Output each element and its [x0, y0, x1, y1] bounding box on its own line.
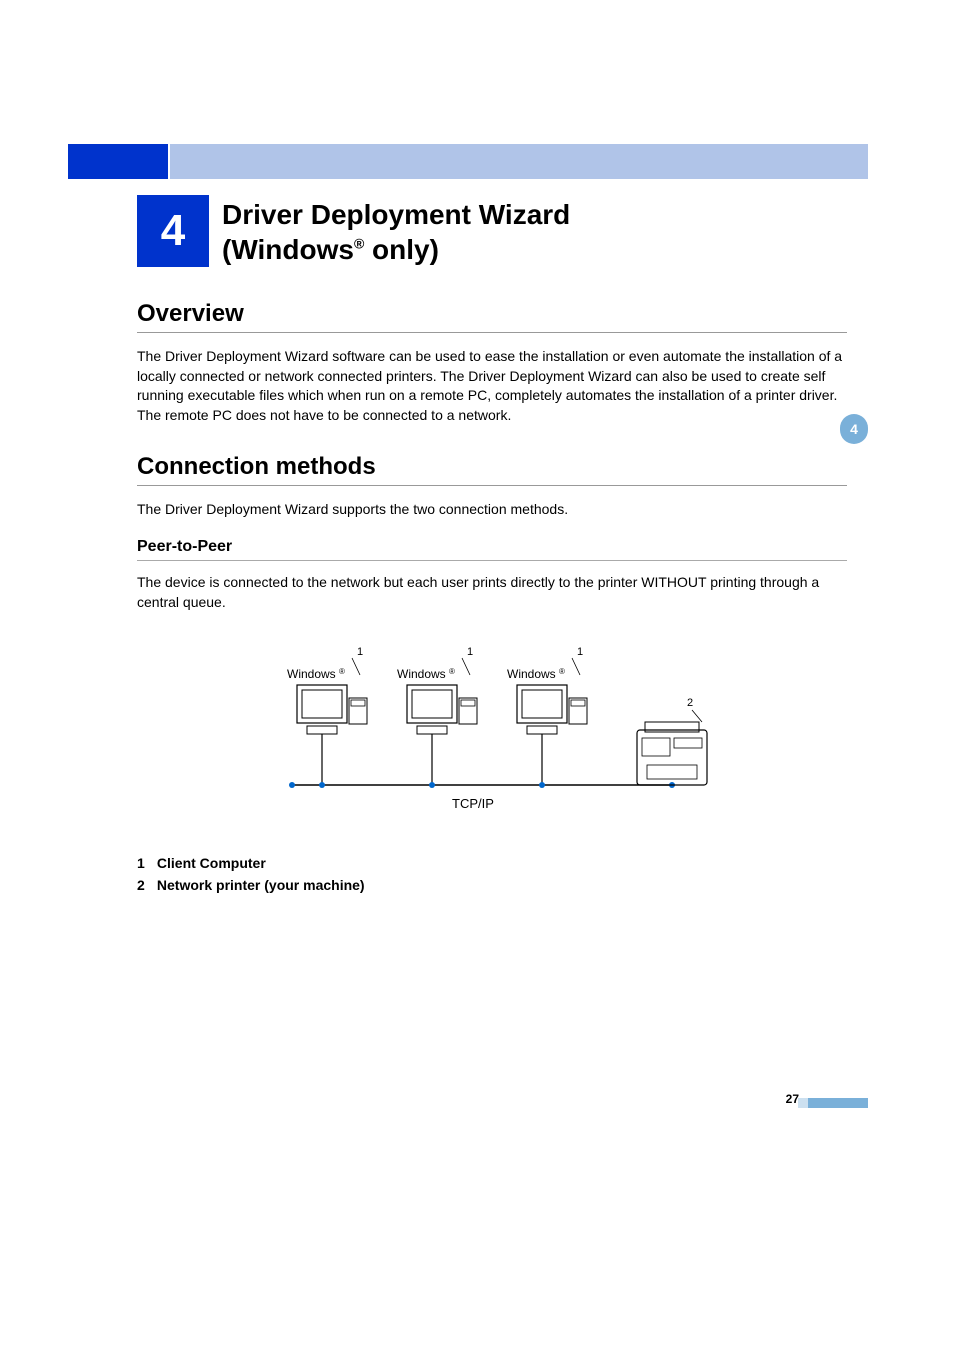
legend-item: 2 Network printer (your machine) — [137, 877, 847, 893]
peer-to-peer-heading: Peer-to-Peer — [137, 538, 847, 561]
chapter-title-line2-pre: (Windows — [222, 234, 354, 265]
legend-item: 1 Client Computer — [137, 855, 847, 871]
peer-to-peer-paragraph: The device is connected to the network b… — [137, 573, 847, 612]
chapter-title-line1: Driver Deployment Wizard — [222, 199, 570, 230]
protocol-label: TCP/IP — [452, 796, 494, 811]
content-area: Overview The Driver Deployment Wizard so… — [137, 300, 847, 899]
computer-icon: 1 Windows ® — [397, 646, 477, 788]
callout-2: 2 — [687, 697, 693, 709]
connection-methods-heading: Connection methods — [137, 453, 847, 486]
connection-methods-intro: The Driver Deployment Wizard supports th… — [137, 500, 847, 520]
computer-icon: 1 Windows ® — [287, 646, 367, 788]
printer-icon: 2 — [637, 697, 707, 785]
reg-1: ® — [339, 667, 345, 676]
page-number: 27 — [786, 1092, 799, 1106]
windows-label-3: Windows — [507, 667, 556, 681]
overview-paragraph: The Driver Deployment Wizard software ca… — [137, 347, 847, 425]
chapter-number: 4 — [161, 206, 185, 256]
chapter-title-line2-post: only) — [364, 234, 439, 265]
chapter-number-box: 4 — [137, 195, 209, 267]
diagram-legend: 1 Client Computer 2 Network printer (you… — [137, 855, 847, 893]
overview-heading: Overview — [137, 300, 847, 333]
registered-symbol: ® — [354, 236, 364, 252]
computer-icon: 1 Windows ® — [507, 646, 587, 788]
legend-num-1: 1 — [137, 855, 153, 871]
diagram-container: 1 Windows ® 1 Windows ® — [137, 630, 847, 835]
header-bar — [170, 144, 868, 179]
page-accent — [808, 1098, 868, 1108]
header-blue-block — [68, 144, 168, 179]
windows-label-2: Windows — [397, 667, 446, 681]
windows-label-1: Windows — [287, 667, 336, 681]
chapter-title: Driver Deployment Wizard (Windows® only) — [222, 197, 570, 267]
callout-1: 1 — [357, 646, 363, 658]
callout-1: 1 — [467, 646, 473, 658]
reg-3: ® — [559, 667, 565, 676]
legend-text-2: Network printer (your machine) — [157, 877, 365, 893]
callout-1: 1 — [577, 646, 583, 658]
legend-num-2: 2 — [137, 877, 153, 893]
reg-2: ® — [449, 667, 455, 676]
side-tab-label: 4 — [850, 421, 858, 437]
peer-to-peer-diagram: 1 Windows ® 1 Windows ® — [252, 630, 732, 830]
legend-text-1: Client Computer — [157, 855, 266, 871]
